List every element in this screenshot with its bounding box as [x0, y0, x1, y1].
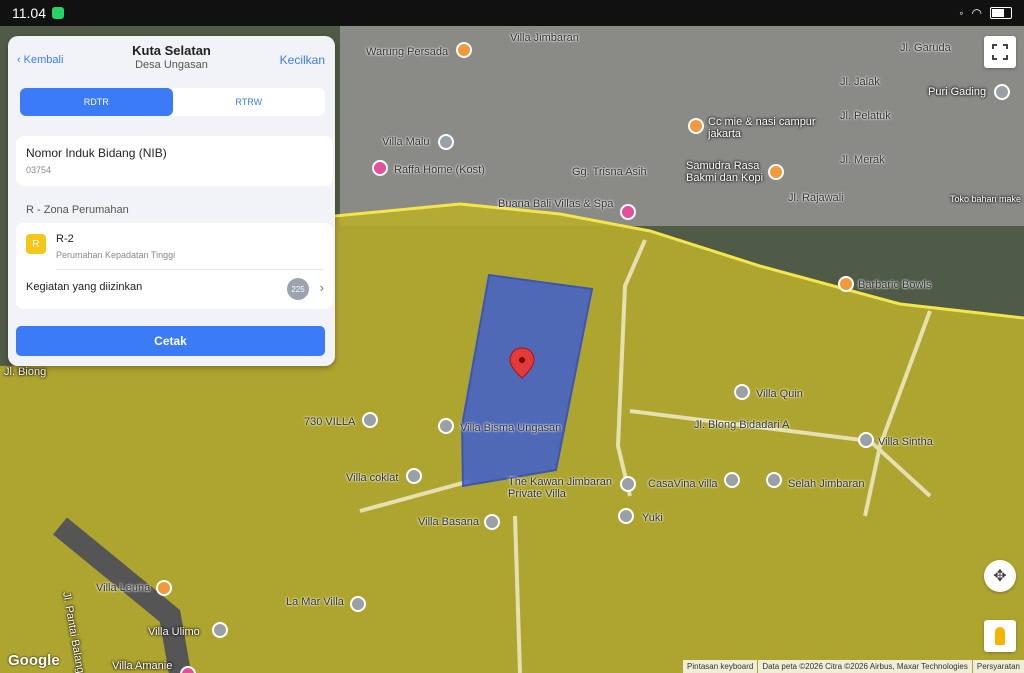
place-pin-icon[interactable]: [406, 468, 422, 484]
place-pin-icon[interactable]: [438, 418, 454, 434]
nib-label: Nomor Induk Bidang (NIB): [26, 146, 167, 160]
poi-label: Villa coklat: [346, 472, 399, 484]
fullscreen-button[interactable]: [984, 36, 1016, 68]
place-pin-icon[interactable]: [484, 514, 500, 530]
place-pin-icon[interactable]: [438, 134, 454, 150]
place-pin-icon[interactable]: [766, 472, 782, 488]
poi-label: CasaVina villa: [648, 478, 718, 490]
lodging-pin-icon[interactable]: [372, 160, 388, 176]
restaurant-pin-icon[interactable]: [838, 276, 854, 292]
place-pin-icon[interactable]: [724, 472, 740, 488]
wifi-icon: ◠: [971, 6, 982, 20]
lodging-pin-icon[interactable]: [620, 204, 636, 220]
fullscreen-icon: [992, 44, 1008, 60]
restaurant-pin-icon[interactable]: [688, 118, 704, 134]
camera-control-button[interactable]: ✥: [984, 560, 1016, 592]
restaurant-pin-icon[interactable]: [156, 580, 172, 596]
divider: [56, 269, 323, 270]
move-arrows-icon: ✥: [993, 568, 1007, 585]
poi-label: Warung Persada: [366, 46, 449, 58]
google-logo: Google: [8, 652, 60, 669]
zone-description: Perumahan Kepadatan Tinggi: [56, 250, 176, 260]
poi-label: Buana Bali Villas & Spa: [498, 198, 614, 210]
street-label: Jl. Jalak: [840, 76, 880, 88]
poi-label: 730 VILLA: [304, 416, 356, 428]
street-label: Jl. Merak: [840, 154, 885, 166]
poi-label: Selah Jimbaran: [788, 478, 865, 490]
place-pin-icon[interactable]: [994, 84, 1010, 100]
collapse-button[interactable]: Kecilkan: [280, 53, 325, 67]
zone-card: R R-2 Perumahan Kepadatan Tinggi Kegiata…: [16, 223, 333, 309]
poi-label: Villa Sintha: [878, 436, 933, 448]
map-data-attribution: Data peta ©2026 Citra ©2026 Airbus, Maxa…: [758, 660, 972, 673]
info-panel: ‹ Kembali Kuta Selatan Desa Ungasan Keci…: [8, 36, 335, 366]
restaurant-pin-icon[interactable]: [768, 164, 784, 180]
tab-rdtr[interactable]: RDTR: [20, 88, 173, 116]
poi-label: Villa Basana: [418, 516, 479, 528]
poi-label: Villa Bisma Ungasan: [460, 422, 562, 434]
print-button[interactable]: Cetak: [16, 326, 325, 356]
whatsapp-icon: [52, 7, 64, 19]
zone-code: R-2: [56, 233, 74, 245]
nib-card: Nomor Induk Bidang (NIB) 03754: [16, 136, 333, 186]
activities-count-badge: 225: [287, 278, 309, 300]
restaurant-pin-icon[interactable]: [456, 42, 472, 58]
place-pin-icon[interactable]: [362, 412, 378, 428]
keyboard-shortcuts-link[interactable]: Pintasan keyboard: [683, 660, 758, 673]
poi-label: Barbaric Bowls: [858, 279, 932, 291]
poi-label: La Mar Villa: [286, 596, 344, 608]
nib-value: 03754: [26, 165, 52, 175]
poi-label: Samudra Rasa Bakmi dan Kopi: [686, 160, 764, 184]
zone-badge: R: [26, 234, 46, 254]
poi-label: Villa Jimbaran: [510, 32, 579, 44]
panel-header: ‹ Kembali Kuta Selatan Desa Ungasan Keci…: [8, 36, 335, 86]
street-label: Jl. Pelatuk: [840, 110, 891, 122]
terms-link[interactable]: Persyaratan: [972, 660, 1024, 673]
place-pin-icon[interactable]: [734, 384, 750, 400]
street-label: Jl. Biong: [4, 366, 47, 378]
zone-title: R - Zona Perumahan: [26, 204, 129, 216]
street-label: Gg. Trisna Asih: [572, 166, 647, 178]
place-pin-icon[interactable]: [212, 622, 228, 638]
poi-label: Puri Gading: [928, 86, 987, 98]
poi-label: Toko bahan make: [950, 194, 1022, 204]
place-pin-icon[interactable]: [350, 596, 366, 612]
place-pin-icon[interactable]: [858, 432, 874, 448]
vibrate-icon: ◦: [959, 6, 964, 20]
place-pin-icon[interactable]: [618, 508, 634, 524]
poi-label: Villa Quin: [756, 388, 803, 400]
street-label: Jl. Garuda: [900, 42, 951, 54]
poi-label: Cc mie & nasi campur jakarta: [708, 116, 816, 140]
poi-label: Villa Malu: [382, 136, 430, 148]
clock: 11.04: [12, 5, 46, 21]
poi-label: Raffa Home (Kost): [394, 164, 485, 176]
poi-label: Villa Leuna: [96, 582, 151, 594]
street-view-button[interactable]: [984, 620, 1016, 652]
street-label: Jl. Blong Bidadari A: [694, 419, 790, 431]
chevron-right-icon[interactable]: ›: [320, 280, 324, 295]
battery-icon: [990, 7, 1012, 19]
poi-label: Villa Ulimo: [148, 626, 200, 638]
tab-rtrw[interactable]: RTRW: [173, 88, 326, 116]
status-bar: 11.04 ◦ ◠: [0, 0, 1024, 26]
street-label: Jl. Rajawali: [788, 192, 844, 204]
pegman-icon: [995, 627, 1005, 645]
place-pin-icon[interactable]: [620, 476, 636, 492]
attribution-bar: Pintasan keyboard Data peta ©2026 Citra …: [682, 660, 1024, 673]
allowed-activities-link[interactable]: Kegiatan yang diizinkan: [26, 281, 142, 293]
poi-label: Villa Amanie: [112, 660, 173, 672]
poi-label: Yuki: [642, 512, 663, 524]
plan-tabs: RDTR RTRW: [20, 88, 325, 116]
